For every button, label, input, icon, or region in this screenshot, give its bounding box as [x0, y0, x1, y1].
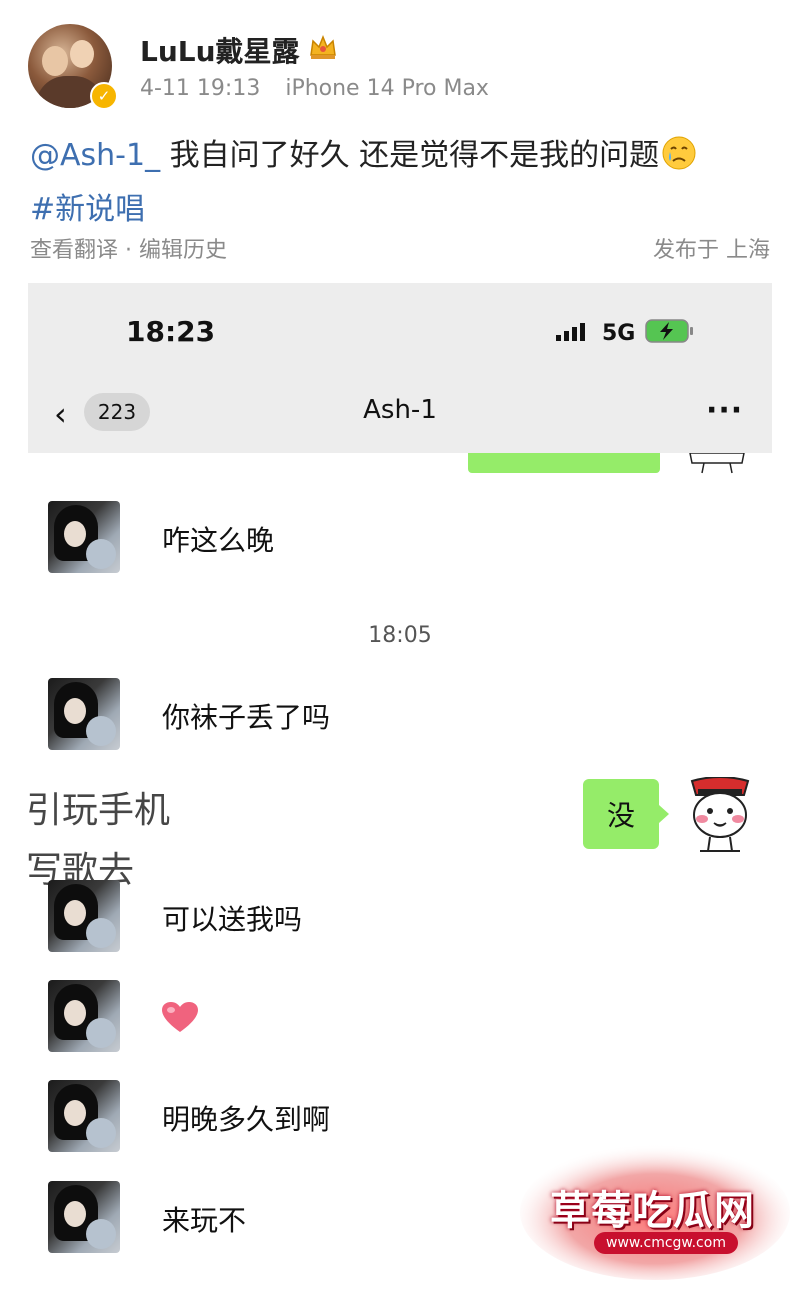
post-date: 4-11 19:13	[140, 76, 261, 101]
signal-icon	[556, 321, 592, 345]
more-options-icon[interactable]: ···	[706, 393, 743, 428]
message-text: 可以送我吗	[162, 903, 303, 936]
translate-edit-history-link[interactable]: 查看翻译 · 编辑历史	[30, 238, 227, 263]
contact-avatar[interactable]	[48, 1080, 120, 1152]
chat-screenshot[interactable]: 18:23 5G ‹ 223 Ash-1 ··· 咋这么晚 18:05 你袜子丢…	[28, 283, 772, 1283]
previous-sent-bubble	[468, 453, 660, 473]
contact-avatar[interactable]	[48, 980, 120, 1052]
hashtag-link[interactable]: #新说唱	[30, 192, 145, 227]
status-bar: 18:23 5G	[28, 283, 772, 375]
contact-avatar[interactable]	[48, 678, 120, 750]
message-text: 没	[606, 799, 635, 832]
watermark-title: 草莓吃瓜网	[550, 1188, 755, 1234]
post-location: 发布于 上海	[653, 238, 770, 263]
message-text: 来玩不	[162, 1204, 247, 1237]
sent-message-bubble[interactable]: 没	[583, 779, 669, 849]
post-body: @Ash-1_ 我自问了好久 还是觉得不是我的问题 #新说唱	[30, 132, 770, 234]
chat-title: Ash-1	[363, 395, 437, 425]
message-text: 咋这么晚	[162, 524, 275, 557]
post-body-text: 我自问了好久 还是觉得不是我的问题	[160, 138, 660, 173]
chat-message[interactable]: 可以送我吗	[28, 880, 772, 952]
heart-icon	[162, 1002, 198, 1038]
message-text: 你袜子丢了吗	[162, 701, 331, 734]
sticker-avatar-partial	[684, 452, 750, 475]
post-actions: 查看翻译 · 编辑历史 发布于 上海	[30, 232, 770, 264]
overlay-caption-line: 引玩手机	[28, 790, 171, 831]
post-meta: 4-11 19:13 iPhone 14 Pro Max	[140, 76, 489, 101]
username-text[interactable]: LuLu戴星露	[140, 30, 300, 70]
status-indicators: 5G	[556, 319, 695, 347]
chat-nav-bar: ‹ 223 Ash-1 ···	[28, 375, 772, 453]
post-device: iPhone 14 Pro Max	[285, 76, 489, 101]
network-label: 5G	[602, 320, 636, 346]
chat-message[interactable]: 你袜子丢了吗	[28, 678, 772, 750]
watermark-url: www.cmcgw.com	[594, 1232, 738, 1254]
crown-icon	[308, 33, 338, 68]
chat-message[interactable]	[28, 980, 772, 1052]
status-time: 18:23	[126, 315, 216, 348]
site-watermark: 草莓吃瓜网 www.cmcgw.com	[520, 1140, 790, 1280]
verified-badge-icon: ✓	[90, 82, 118, 110]
chat-message[interactable]: 咋这么晚	[28, 501, 772, 573]
username[interactable]: LuLu戴星露	[140, 30, 338, 70]
message-text: 明晚多久到啊	[162, 1103, 331, 1136]
chat-timestamp: 18:05	[368, 623, 432, 648]
my-sticker-avatar[interactable]	[684, 776, 756, 855]
mention-link[interactable]: @Ash-1_	[30, 138, 160, 173]
crying-face-icon	[661, 135, 697, 186]
contact-avatar[interactable]	[48, 1181, 120, 1253]
contact-avatar[interactable]	[48, 501, 120, 573]
contact-avatar[interactable]	[48, 880, 120, 952]
post-header: ✓ LuLu戴星露 4-11 19:13 iPhone 14 Pro Max	[28, 24, 788, 114]
battery-charging-icon	[645, 319, 695, 347]
